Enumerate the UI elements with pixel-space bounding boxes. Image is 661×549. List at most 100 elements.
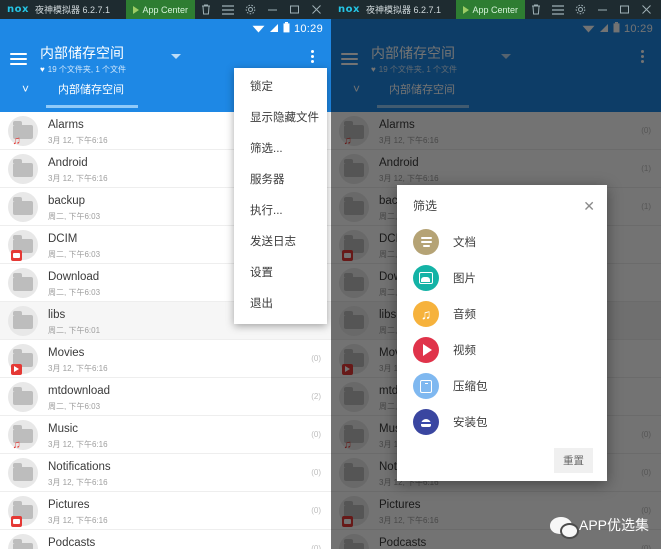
filter-dialog[interactable]: 筛选 ✕ 文档图片 ♫ 音频视频压缩包安装包 重置 <box>397 185 607 481</box>
chevron-down-icon[interactable] <box>170 54 181 59</box>
file-row[interactable]: Pictures 3月 12, 下午6:16 (0) <box>0 492 331 530</box>
image-icon <box>413 265 439 291</box>
menu-item[interactable]: 退出 <box>234 289 327 320</box>
menu-icon[interactable] <box>217 0 239 19</box>
file-row[interactable]: Notifications 3月 12, 下午6:16 (0) <box>0 454 331 492</box>
reset-button[interactable]: 重置 <box>554 448 593 473</box>
android-status-bar: 10:29 <box>0 19 331 39</box>
app-center-label: App Center <box>142 4 188 15</box>
watermark: APP优选集 <box>549 515 649 537</box>
filter-option[interactable]: 安装包 <box>397 404 607 440</box>
file-date: 3月 12, 下午6:16 <box>48 364 108 373</box>
menu-icon-right[interactable] <box>547 0 569 19</box>
filter-option-label: 视频 <box>453 345 476 357</box>
app-center-button[interactable]: App Center <box>126 0 195 19</box>
folder-icon <box>8 153 38 184</box>
folder-icon <box>8 495 38 527</box>
video-icon <box>413 337 439 363</box>
menu-item[interactable]: 锁定 <box>234 72 327 103</box>
file-meta: Movies 3月 12, 下午6:16 <box>48 343 311 374</box>
filter-option[interactable]: 视频 <box>397 332 607 368</box>
app-center-label-right: App Center <box>472 4 518 15</box>
file-count: (2) <box>311 392 321 401</box>
menu-item[interactable]: 执行... <box>234 196 327 227</box>
close-icon[interactable]: ✕ <box>583 199 595 213</box>
folder-icon: ♫ <box>8 419 38 450</box>
filter-option[interactable]: 文档 <box>397 224 607 260</box>
filter-option-label: 安装包 <box>453 417 488 429</box>
emulator-title: 夜神模拟器 6.2.7.1 <box>34 5 110 15</box>
file-count: (0) <box>311 468 321 477</box>
apk-icon <box>413 409 439 435</box>
app-bar-titles: 内部储存空间 ♥ 19 个文件夹, 1 个文件 <box>40 45 163 75</box>
maximize-icon-right[interactable] <box>613 0 635 19</box>
file-date: 周二, 下午6:03 <box>48 402 101 411</box>
trash-icon-right[interactable] <box>525 0 547 19</box>
filter-dialog-header: 筛选 ✕ <box>397 195 607 224</box>
close-icon-right[interactable] <box>635 0 657 19</box>
audio-icon: ♫ <box>413 301 439 327</box>
app-center-button-right[interactable]: App Center <box>456 0 525 19</box>
document-icon <box>413 229 439 255</box>
file-row[interactable]: ♫ Music 3月 12, 下午6:16 (0) <box>0 416 331 454</box>
screenshot-stage: nox 夜神模拟器 6.2.7.1 App Center 10:29 内部储存空… <box>0 0 661 549</box>
left-pane: nox 夜神模拟器 6.2.7.1 App Center 10:29 内部储存空… <box>0 0 331 549</box>
hamburger-icon[interactable] <box>10 45 32 68</box>
file-date: 周二, 下午6:01 <box>48 326 101 335</box>
folder-icon <box>8 343 38 375</box>
file-row[interactable]: Podcasts3月 12, 下午6:16(0) <box>0 530 331 549</box>
menu-item[interactable]: 显示隐藏文件 <box>234 103 327 134</box>
folder-icon: ♫ <box>8 115 38 146</box>
page-subtitle: 19 个文件夹, 1 个文件 <box>47 65 126 74</box>
gear-icon-right[interactable] <box>569 0 591 19</box>
play-icon-right <box>463 5 470 14</box>
file-name: Music <box>48 423 79 435</box>
filter-dialog-title: 筛选 <box>413 199 438 213</box>
filter-option[interactable]: 图片 <box>397 260 607 296</box>
file-meta: mtdownload 周二, 下午6:03 <box>48 381 311 412</box>
filter-option[interactable]: ♫ 音频 <box>397 296 607 332</box>
file-meta: Podcasts3月 12, 下午6:16 <box>48 533 311 549</box>
file-count: (0) <box>311 506 321 515</box>
file-date: 3月 12, 下午6:16 <box>48 440 108 449</box>
menu-item[interactable]: 服务器 <box>234 165 327 196</box>
watermark-label: APP优选集 <box>578 517 649 533</box>
menu-item[interactable]: 设置 <box>234 258 327 289</box>
video-glyph <box>423 344 432 356</box>
overflow-popup-menu[interactable]: 锁定 显示隐藏文件 筛选... 服务器 执行... 发送日志 设置 退出 <box>234 68 327 324</box>
battery-icon <box>283 22 290 36</box>
nox-logo: nox <box>7 4 29 15</box>
breadcrumb-label[interactable]: 内部储存空间 <box>58 81 124 97</box>
menu-item[interactable]: 筛选... <box>234 134 327 165</box>
filter-option-label: 图片 <box>453 273 476 285</box>
file-row[interactable]: Movies 3月 12, 下午6:16 (0) <box>0 340 331 378</box>
file-date: 3月 12, 下午6:16 <box>48 516 108 525</box>
menu-item[interactable]: 发送日志 <box>234 227 327 258</box>
tab-indicator <box>46 105 138 108</box>
minimize-icon-right[interactable] <box>591 0 613 19</box>
file-name: Alarms <box>48 119 84 131</box>
file-name: Notifications <box>48 461 111 473</box>
filter-dialog-footer: 重置 <box>397 440 607 475</box>
file-name: mtdownload <box>48 385 111 397</box>
wifi-icon <box>252 23 265 36</box>
file-name: libs <box>48 309 66 321</box>
maximize-icon[interactable] <box>283 0 305 19</box>
file-count: (0) <box>311 354 321 363</box>
breadcrumb-chevron-icon[interactable]: ˅ <box>22 82 44 96</box>
folder-icon <box>8 305 38 336</box>
right-pane: nox 夜神模拟器 6.2.7.1 App Center 筛选 ✕ 文档 图片 … <box>331 0 661 549</box>
emulator-title-right: 夜神模拟器 6.2.7.1 <box>365 5 441 15</box>
archive-icon <box>413 373 439 399</box>
folder-icon <box>8 457 38 488</box>
minimize-icon[interactable] <box>261 0 283 19</box>
overflow-menu-icon[interactable] <box>303 45 321 63</box>
filter-option[interactable]: 压缩包 <box>397 368 607 404</box>
trash-icon[interactable] <box>195 0 217 19</box>
file-row[interactable]: mtdownload 周二, 下午6:03 (2) <box>0 378 331 416</box>
filter-option-label: 压缩包 <box>453 381 488 393</box>
gear-icon[interactable] <box>239 0 261 19</box>
filter-option-list[interactable]: 文档图片 ♫ 音频视频压缩包安装包 <box>397 224 607 440</box>
file-count: (0) <box>311 544 321 549</box>
close-icon[interactable] <box>305 0 327 19</box>
